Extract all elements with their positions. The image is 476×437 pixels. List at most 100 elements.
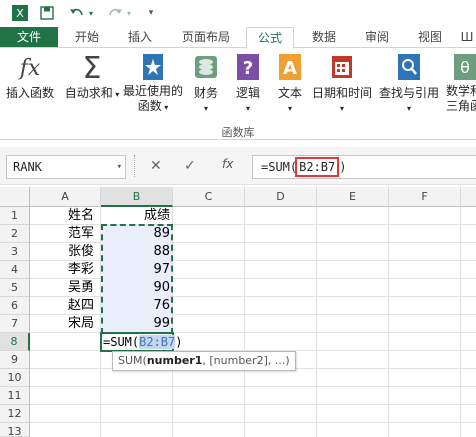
tab-insert[interactable]: 插入 (114, 27, 166, 48)
row-header[interactable]: 12 (0, 405, 30, 423)
row-header[interactable]: 6 (0, 297, 30, 315)
cell-name[interactable]: 范军 (68, 225, 94, 243)
row-header[interactable]: 13 (0, 423, 30, 437)
worksheet-grid[interactable]: A B C D E F 1 2 3 4 5 6 7 8 9 10 11 12 1… (0, 187, 476, 437)
row-header[interactable]: 4 (0, 261, 30, 279)
cell-name[interactable]: 张俊 (68, 243, 94, 261)
column-header-e[interactable]: E (317, 187, 389, 207)
column-header-b[interactable]: B (101, 187, 173, 207)
row-header[interactable]: 5 (0, 279, 30, 297)
tab-more[interactable]: Ш (458, 27, 476, 48)
ribbon-tabs: 文件 开始 插入 页面布局 公式 数据 审阅 视图 Ш (0, 27, 476, 49)
date-time-dropdown-icon: ▾ (339, 104, 344, 113)
gridline (30, 314, 476, 315)
gridline (30, 404, 476, 405)
logical-dropdown-icon: ▾ (245, 104, 250, 113)
row-header[interactable]: 10 (0, 369, 30, 387)
svg-text:X: X (16, 7, 24, 20)
cell-edit-range-reference: B2:B7 (139, 335, 176, 349)
text-a-icon: A (275, 52, 305, 82)
ribbon-formulas: fx 插入函数 Σ 自动求和 ▾ 最近使用的 函数 ▾ 财务 ▾ ? 逻辑 ▾ … (0, 48, 476, 140)
svg-text:?: ? (243, 58, 253, 79)
select-all-corner[interactable] (0, 187, 30, 207)
sigma-icon: Σ (77, 51, 107, 86)
text-button[interactable]: A 文本 ▾ (272, 52, 308, 116)
date-time-button[interactable]: 日期和时间 ▾ (310, 52, 374, 116)
name-box-dropdown-icon[interactable]: ▾ (117, 156, 122, 178)
tooltip-current-argument[interactable]: number1 (147, 354, 203, 367)
fx-icon: fx (15, 52, 45, 82)
cell-name[interactable]: 吴勇 (68, 279, 94, 297)
column-header-c[interactable]: C (173, 187, 245, 207)
row-header[interactable]: 2 (0, 225, 30, 243)
row-header[interactable]: 8 (0, 333, 30, 351)
coins-icon (191, 52, 221, 82)
tab-data[interactable]: 数据 (298, 27, 350, 48)
tab-home[interactable]: 开始 (62, 27, 112, 48)
svg-text:A: A (283, 58, 297, 79)
svg-text:θ: θ (460, 58, 470, 77)
formula-input[interactable]: =SUM(B2:B7) (252, 155, 476, 179)
formula-range-reference: B2:B7 (295, 157, 340, 177)
star-book-icon (138, 52, 168, 82)
math-trig-button[interactable]: θ 数学和 三角函 (446, 52, 476, 114)
recently-used-button[interactable]: 最近使用的 函数 ▾ (120, 52, 186, 115)
row-header[interactable]: 11 (0, 387, 30, 405)
row-header[interactable]: 1 (0, 207, 30, 225)
financial-button[interactable]: 财务 ▾ (188, 52, 224, 116)
tab-page-layout[interactable]: 页面布局 (170, 27, 242, 48)
save-icon[interactable] (38, 4, 56, 22)
row-header[interactable]: 9 (0, 351, 30, 369)
cell-name[interactable]: 宋局 (68, 315, 94, 333)
gridline (30, 332, 476, 333)
insert-function-button[interactable]: fx 插入函数 (2, 52, 58, 101)
quick-access-toolbar: X ▾ ▾ ▾ (0, 0, 476, 27)
question-icon: ? (233, 52, 263, 82)
lookup-button[interactable]: 查找与引用 ▾ (376, 52, 442, 116)
svg-text:fx: fx (18, 56, 41, 81)
customize-toolbar-icon[interactable]: ▾ (144, 4, 158, 22)
tab-file[interactable]: 文件 (0, 27, 58, 48)
cell-name[interactable]: 李彩 (68, 261, 94, 279)
cell-b1[interactable]: 成绩 (101, 207, 173, 225)
redo-dropdown-icon[interactable]: ▾ (124, 4, 134, 22)
formula-bar: RANK ▾ ✕ ✓ fx =SUM(B2:B7) (0, 147, 476, 185)
insert-function-fx-button[interactable]: fx (222, 157, 233, 171)
name-box[interactable]: RANK ▾ (6, 155, 126, 179)
autosum-button[interactable]: Σ 自动求和 ▾ (64, 51, 120, 102)
gridline (30, 260, 476, 261)
function-argument-tooltip[interactable]: SUM(number1, [number2], ...) (112, 351, 296, 371)
undo-icon[interactable] (68, 4, 86, 22)
excel-logo-icon: X (10, 4, 30, 22)
column-header-d[interactable]: D (245, 187, 317, 207)
range-marquee (101, 224, 173, 334)
gridline (30, 242, 476, 243)
row-header[interactable]: 3 (0, 243, 30, 261)
calendar-icon (327, 52, 357, 82)
column-header-a[interactable]: A (30, 187, 101, 207)
gridline (30, 296, 476, 297)
enter-check-icon[interactable]: ✓ (184, 159, 196, 173)
cell-a1[interactable]: 姓名 (68, 207, 94, 225)
gridline (30, 422, 476, 423)
magnifier-icon (394, 52, 424, 82)
cell-edit-text[interactable]: =SUM(B2:B7) (103, 334, 182, 350)
row-header[interactable]: 7 (0, 315, 30, 333)
gridline (30, 278, 476, 279)
gridline (30, 224, 476, 225)
text-dropdown-icon: ▾ (287, 104, 292, 113)
logical-button[interactable]: ? 逻辑 ▾ (230, 52, 266, 116)
tab-formulas[interactable]: 公式 (246, 27, 294, 49)
theta-icon: θ (452, 52, 476, 82)
tab-view[interactable]: 视图 (404, 27, 456, 48)
cell-name[interactable]: 赵四 (68, 297, 94, 315)
redo-icon[interactable] (106, 4, 124, 22)
gridline (30, 386, 476, 387)
function-library-group-label: 函数库 (221, 126, 255, 139)
cancel-icon[interactable]: ✕ (150, 159, 162, 173)
column-header-g[interactable] (461, 187, 476, 207)
formula-bar-grip[interactable] (134, 155, 136, 177)
undo-dropdown-icon[interactable]: ▾ (86, 4, 96, 22)
column-header-f[interactable]: F (389, 187, 461, 207)
tab-review[interactable]: 审阅 (352, 27, 402, 48)
